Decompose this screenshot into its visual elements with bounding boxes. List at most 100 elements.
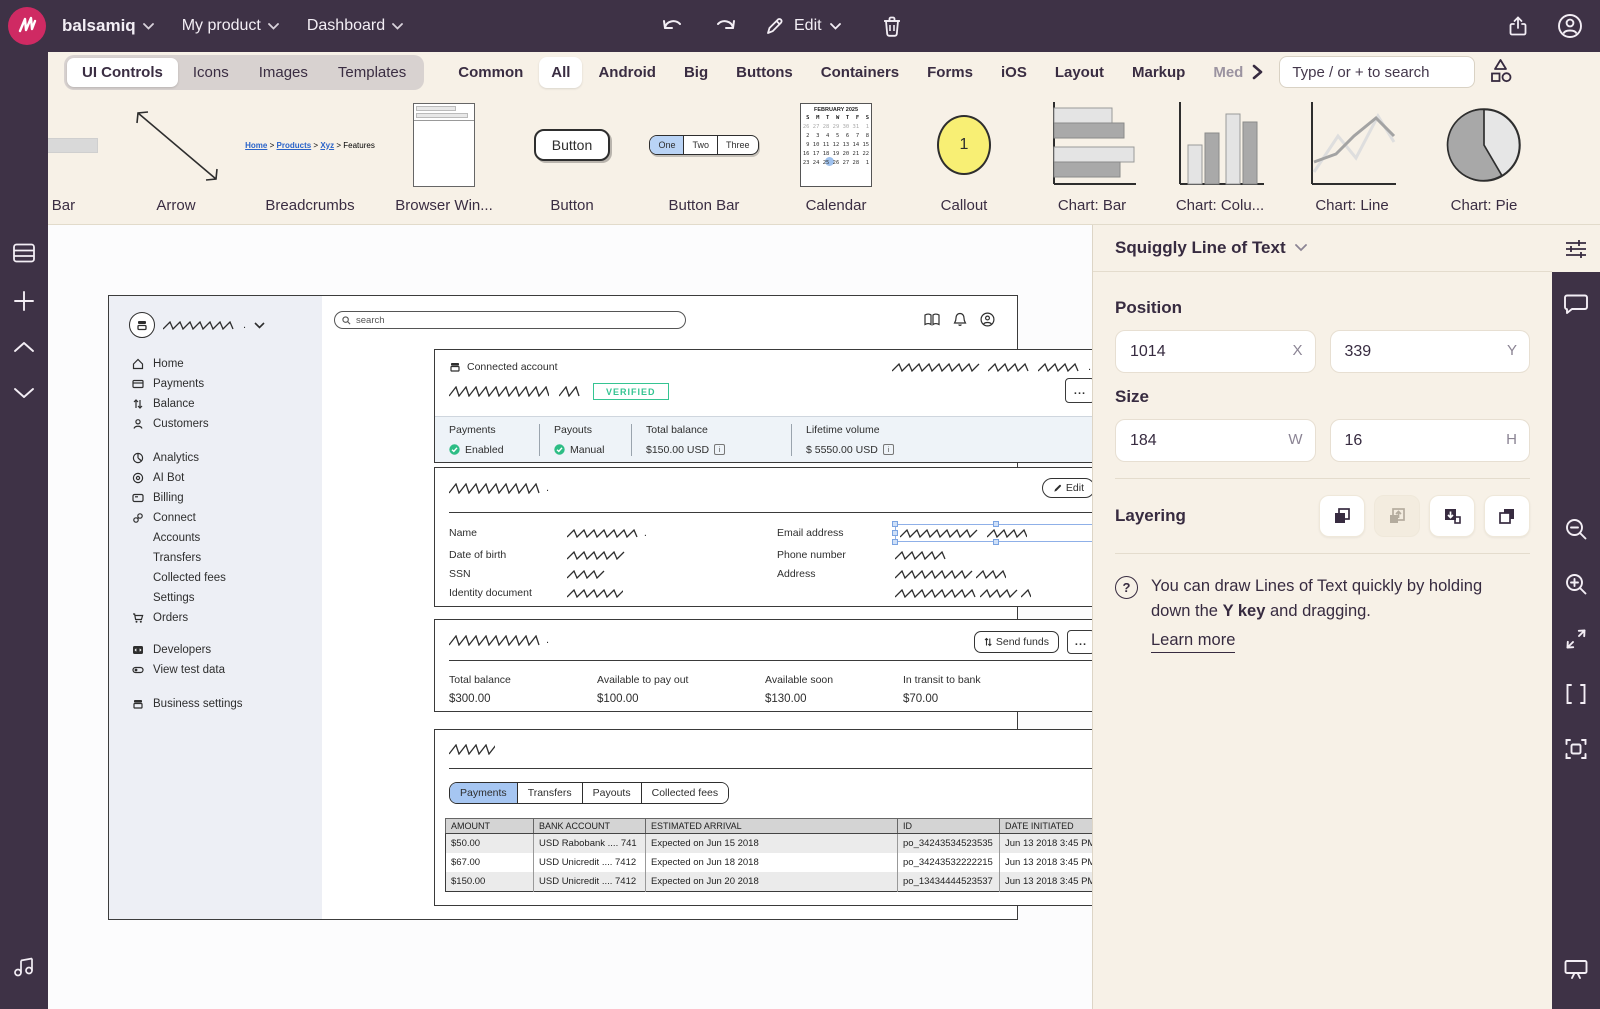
- category-markup[interactable]: Markup: [1120, 57, 1197, 88]
- wireframe-nav-customers[interactable]: Customers: [109, 414, 322, 434]
- category-containers[interactable]: Containers: [809, 57, 911, 88]
- palette-item-app-bar[interactable]: App Bar: [48, 92, 108, 224]
- zoom-in-button[interactable]: [1552, 562, 1600, 606]
- tab-templates[interactable]: Templates: [323, 58, 421, 87]
- wireframe-nav-accounts[interactable]: Accounts: [109, 528, 322, 548]
- category-media[interactable]: Med: [1201, 57, 1245, 88]
- inspector-toggle-button[interactable]: [1552, 225, 1600, 272]
- wireframe-search-field[interactable]: search: [334, 311, 686, 329]
- project-menu[interactable]: My product: [182, 17, 279, 35]
- palette-item-callout[interactable]: 1 Callout: [904, 92, 1024, 224]
- column-header[interactable]: ESTIMATED ARRIVAL: [646, 819, 898, 834]
- more-actions-button[interactable]: ...: [1065, 378, 1095, 403]
- share-button[interactable]: [1506, 14, 1530, 38]
- categories-scroll-right-button[interactable]: [1249, 64, 1265, 80]
- wireframe-payouts-card[interactable]: Payments Transfers Payouts Collected fee…: [434, 729, 1108, 906]
- wireframe-browser-mockup[interactable]: . Home Payments Balance Customers Analyt…: [108, 295, 1018, 920]
- palette-item-breadcrumbs[interactable]: Home > Products > Xyz > Features Breadcr…: [244, 92, 376, 224]
- wireframe-nav-transfers[interactable]: Transfers: [109, 548, 322, 568]
- wireframe-nav-view-test-data[interactable]: View test data: [109, 660, 322, 680]
- wireframe-nav-analytics[interactable]: Analytics: [109, 448, 322, 468]
- comments-button[interactable]: [1552, 283, 1600, 327]
- wireframe-nav-developers[interactable]: Developers: [109, 640, 322, 660]
- editor-canvas[interactable]: . Home Payments Balance Customers Analyt…: [48, 225, 1092, 1009]
- selection-handle[interactable]: [892, 539, 898, 545]
- send-to-back-button[interactable]: [1484, 495, 1530, 537]
- learn-more-link[interactable]: Learn more: [1151, 628, 1235, 654]
- ui-library-button[interactable]: [1487, 57, 1514, 87]
- wireframe-nav-orders[interactable]: Orders: [109, 608, 322, 628]
- wireframe-nav-settings[interactable]: Settings: [109, 588, 322, 608]
- actual-size-button[interactable]: [1552, 672, 1600, 716]
- column-header[interactable]: AMOUNT: [446, 819, 534, 834]
- height-input[interactable]: [1330, 419, 1531, 462]
- wireframe-balance-card[interactable]: . Send funds ... Total balance$300.00 Av…: [434, 619, 1108, 712]
- pages-panel-button[interactable]: [0, 234, 48, 272]
- column-header[interactable]: ID: [898, 819, 1000, 834]
- selection-handle[interactable]: [892, 530, 898, 536]
- info-icon[interactable]: i: [714, 444, 725, 455]
- zoom-to-selection-button[interactable]: [1552, 727, 1600, 771]
- x-input[interactable]: [1115, 330, 1316, 373]
- tab-icons[interactable]: Icons: [178, 58, 244, 87]
- palette-item-browser-window[interactable]: Browser Win...: [384, 92, 504, 224]
- wireframe-profile-card[interactable]: . Edit Name . Email address: [434, 467, 1108, 607]
- send-backward-button[interactable]: [1429, 495, 1475, 537]
- selection-handle[interactable]: [892, 521, 898, 527]
- selected-control-menu[interactable]: Squiggly Line of Text: [1115, 238, 1307, 258]
- balsamiq-logo[interactable]: [8, 7, 46, 45]
- wireframe-nav-ai-bot[interactable]: AI Bot: [109, 468, 322, 488]
- zoom-out-button[interactable]: [1552, 507, 1600, 551]
- palette-item-arrow[interactable]: Arrow: [116, 92, 236, 224]
- wireframe-nav-collected-fees[interactable]: Collected fees: [109, 568, 322, 588]
- palette-item-chart-column[interactable]: Chart: Colu...: [1160, 92, 1280, 224]
- palette-item-calendar[interactable]: FEBRUARY 2025 S M T W T F S 26 27 28 29 …: [776, 92, 896, 224]
- user-icon[interactable]: [980, 312, 995, 327]
- next-page-button[interactable]: [0, 374, 48, 412]
- bring-to-front-button[interactable]: [1319, 495, 1365, 537]
- table-row[interactable]: $150.00USD Unicredit .... 7412Expected o…: [446, 872, 1101, 892]
- bring-forward-button[interactable]: [1374, 495, 1420, 537]
- tab-images[interactable]: Images: [244, 58, 323, 87]
- previous-page-button[interactable]: [0, 328, 48, 366]
- table-row[interactable]: $50.00USD Rabobank .... 741Expected on J…: [446, 834, 1101, 854]
- category-all[interactable]: All: [539, 57, 582, 88]
- palette-item-chart-pie[interactable]: Chart: Pie: [1424, 92, 1544, 224]
- category-forms[interactable]: Forms: [915, 57, 985, 88]
- account-button[interactable]: [1556, 12, 1584, 40]
- tab-ui-controls[interactable]: UI Controls: [67, 58, 178, 87]
- selected-squiggly-line[interactable]: [895, 524, 1097, 542]
- payouts-table[interactable]: AMOUNT BANK ACCOUNT ESTIMATED ARRIVAL ID…: [445, 818, 1101, 892]
- wireframe-nav-business-settings[interactable]: Business settings: [109, 694, 322, 714]
- wireframe-nav-balance[interactable]: Balance: [109, 394, 322, 414]
- tab-payouts[interactable]: Payouts: [583, 783, 642, 803]
- whats-new-button[interactable]: [0, 947, 48, 985]
- palette-item-button[interactable]: Button Button: [512, 92, 632, 224]
- tab-payments[interactable]: Payments: [450, 783, 518, 803]
- column-header[interactable]: BANK ACCOUNT: [534, 819, 646, 834]
- undo-button[interactable]: [660, 15, 686, 37]
- page-menu[interactable]: Dashboard: [307, 17, 403, 35]
- category-buttons[interactable]: Buttons: [724, 57, 805, 88]
- wireframe-account-switcher[interactable]: .: [109, 296, 322, 338]
- category-layout[interactable]: Layout: [1043, 57, 1116, 88]
- wireframe-sidebar[interactable]: . Home Payments Balance Customers Analyt…: [109, 296, 322, 919]
- redo-button[interactable]: [712, 15, 738, 37]
- workspace-menu[interactable]: balsamiq: [60, 16, 154, 36]
- zoom-to-fit-button[interactable]: [1552, 617, 1600, 661]
- column-header[interactable]: DATE INITIATED: [1000, 819, 1101, 834]
- wireframe-nav-payments[interactable]: Payments: [109, 374, 322, 394]
- add-page-button[interactable]: [0, 282, 48, 320]
- wireframe-nav-home[interactable]: Home: [109, 354, 322, 374]
- category-ios[interactable]: iOS: [989, 57, 1039, 88]
- palette-item-chart-line[interactable]: Chart: Line: [1288, 92, 1416, 224]
- width-input[interactable]: [1115, 419, 1316, 462]
- category-android[interactable]: Android: [586, 57, 668, 88]
- wireframe-nav-billing[interactable]: Billing: [109, 488, 322, 508]
- bell-icon[interactable]: [953, 312, 967, 327]
- selection-handle[interactable]: [993, 539, 999, 545]
- palette-item-button-bar[interactable]: One Two Three Button Bar: [640, 92, 768, 224]
- docs-book-icon[interactable]: [924, 313, 940, 326]
- edit-button[interactable]: Edit: [1042, 478, 1095, 498]
- edit-mode-menu[interactable]: Edit: [764, 15, 841, 37]
